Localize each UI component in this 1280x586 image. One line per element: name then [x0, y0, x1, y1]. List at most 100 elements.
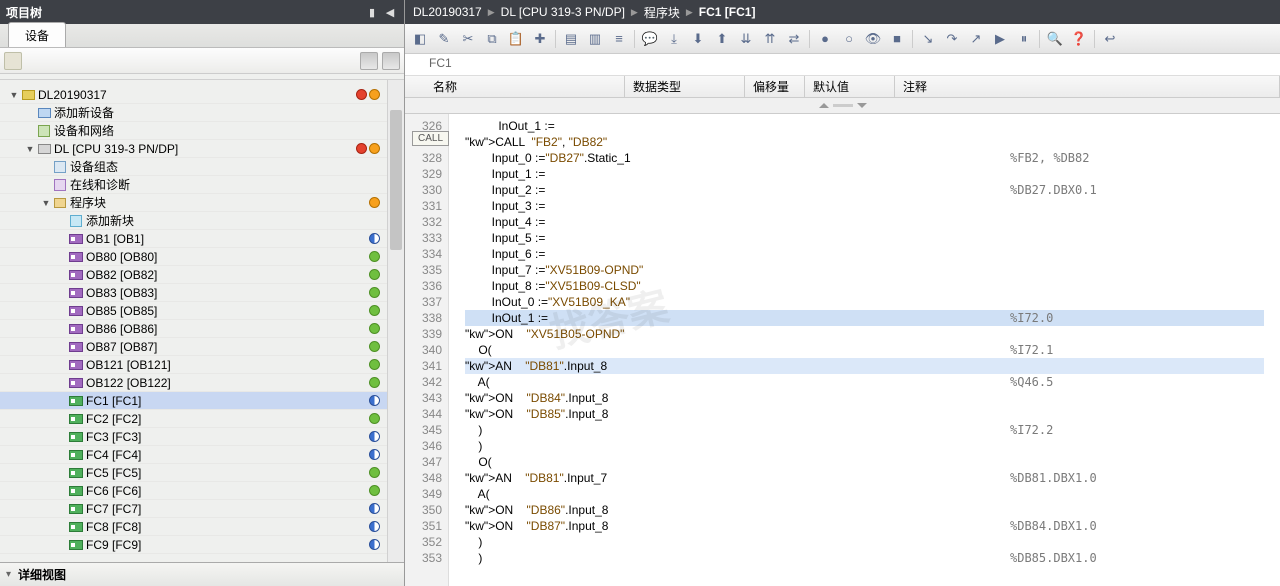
iface-col-offset[interactable]: 偏移量 — [745, 76, 805, 97]
code-line[interactable]: A( — [465, 486, 1264, 502]
cut-button[interactable]: ✂ — [457, 28, 479, 50]
comment-button[interactable]: 💬 — [639, 28, 661, 50]
splitter[interactable] — [405, 98, 1280, 114]
download-icon: ⬇ — [693, 31, 704, 47]
call-pill[interactable]: CALL — [412, 131, 449, 146]
source-area[interactable]: 找答案 InOut_1 :=%FB2, %DB82 "kw">CALL "FB2… — [449, 114, 1280, 586]
step-out-button[interactable]: ↗ — [965, 28, 987, 50]
tree-tool-1-icon[interactable] — [360, 52, 378, 70]
code-line[interactable]: Input_8 :="XV51B09-CLSD" — [465, 278, 1264, 294]
step-over-button[interactable]: ↷ — [941, 28, 963, 50]
tree-item[interactable]: 设备和网络 — [0, 122, 404, 140]
code-line[interactable]: Input_5 := — [465, 230, 1264, 246]
tree-item[interactable]: ▼程序块 — [0, 194, 404, 212]
iface-col-comment[interactable]: 注释 — [895, 76, 1280, 97]
tree-item[interactable]: OB80 [OB80] — [0, 248, 404, 266]
tree-item[interactable]: ▼DL [CPU 319-3 PN/DP] — [0, 140, 404, 158]
tree-item[interactable]: FC5 [FC5] — [0, 464, 404, 482]
find-button[interactable]: 🔍 — [1044, 28, 1066, 50]
tree-item[interactable]: OB82 [OB82] — [0, 266, 404, 284]
outdent-button[interactable]: ▥ — [584, 28, 606, 50]
iface-col-name[interactable]: 名称 — [425, 76, 625, 97]
tree-item[interactable]: OB83 [OB83] — [0, 284, 404, 302]
upload-all-button[interactable]: ⇈ — [759, 28, 781, 50]
code-line[interactable]: Input_1 := — [465, 166, 1264, 182]
devices-tab[interactable]: 设备 — [8, 22, 66, 47]
stop-button[interactable]: ■ — [886, 28, 908, 50]
tree-item[interactable]: 在线和诊断 — [0, 176, 404, 194]
tree-item[interactable]: FC1 [FC1] — [0, 392, 404, 410]
tree-item[interactable]: 添加新块 — [0, 212, 404, 230]
download-button[interactable]: ⬇ — [687, 28, 709, 50]
breadcrumb-segment[interactable]: FC1 [FC1] — [699, 5, 756, 19]
code-editor[interactable]: 3263273283293303313323333343353363373383… — [405, 114, 1280, 586]
code-line[interactable]: ) — [465, 534, 1264, 550]
code-line[interactable]: Input_6 := — [465, 246, 1264, 262]
tree-item[interactable]: OB87 [OB87] — [0, 338, 404, 356]
collapse-left-icon[interactable]: ◀ — [382, 4, 398, 20]
run-button[interactable]: ▶ — [989, 28, 1011, 50]
halt-button[interactable]: ⏸ — [1013, 28, 1035, 50]
iface-col-default[interactable]: 默认值 — [805, 76, 895, 97]
tree-scrollbar[interactable] — [387, 80, 404, 562]
expand-arrow-icon[interactable]: ▼ — [40, 198, 52, 208]
indent-button[interactable]: ▤ — [560, 28, 582, 50]
tree-item[interactable]: FC3 [FC3] — [0, 428, 404, 446]
edit-button[interactable]: ✎ — [433, 28, 455, 50]
tree-item[interactable]: OB121 [OB121] — [0, 356, 404, 374]
code-line[interactable]: InOut_0 :="XV51B09_KA" — [465, 294, 1264, 310]
upload-button[interactable]: ⬆ — [711, 28, 733, 50]
code-line[interactable]: O( — [465, 454, 1264, 470]
tree-item[interactable]: FC8 [FC8] — [0, 518, 404, 536]
breadcrumb-segment[interactable]: DL20190317 — [413, 5, 482, 19]
expand-arrow-icon[interactable]: ▼ — [24, 144, 36, 154]
code-line[interactable]: Input_3 := — [465, 198, 1264, 214]
tree-item[interactable]: ▼DL20190317 — [0, 86, 404, 104]
wrap-button[interactable]: ↩ — [1099, 28, 1121, 50]
help-button[interactable]: ❓ — [1068, 28, 1090, 50]
list-button[interactable]: ≡ — [608, 28, 630, 50]
code-line[interactable]: "kw">ON "DB84".Input_8 — [465, 390, 1264, 406]
code-line[interactable]: "kw">AN "DB81".Input_8 — [465, 358, 1264, 374]
code-line[interactable]: "kw">CALL "FB2", "DB82" — [465, 134, 1264, 150]
tree-item[interactable]: 设备组态 — [0, 158, 404, 176]
monitor-button[interactable]: 👁 — [862, 28, 884, 50]
code-line[interactable]: "kw">ON "DB86".Input_8 — [465, 502, 1264, 518]
tree-item[interactable]: 添加新设备 — [0, 104, 404, 122]
tree-expand-icon[interactable] — [4, 52, 22, 70]
breadcrumb: DL20190317▶DL [CPU 319-3 PN/DP]▶程序块▶FC1 … — [405, 0, 1280, 24]
diff-button[interactable]: ◧ — [409, 28, 431, 50]
tree-item[interactable]: OB1 [OB1] — [0, 230, 404, 248]
tree-item[interactable]: FC9 [FC9] — [0, 536, 404, 554]
tree-item[interactable]: OB86 [OB86] — [0, 320, 404, 338]
tree-item[interactable]: FC7 [FC7] — [0, 500, 404, 518]
code-line[interactable]: "kw">ON "XV51B05-OPND" — [465, 326, 1264, 342]
tree-item[interactable]: FC6 [FC6] — [0, 482, 404, 500]
tree-item[interactable]: OB85 [OB85] — [0, 302, 404, 320]
tree-item[interactable]: OB122 [OB122] — [0, 374, 404, 392]
detail-view-header[interactable]: ▾ 详细视图 — [0, 562, 404, 586]
code-line[interactable]: "kw">ON "DB85".Input_8 — [465, 406, 1264, 422]
go-online-button[interactable]: ● — [814, 28, 836, 50]
compare-button[interactable]: ⇄ — [783, 28, 805, 50]
expand-arrow-icon[interactable]: ▼ — [8, 90, 20, 100]
code-line[interactable]: ) — [465, 438, 1264, 454]
download-all-button[interactable]: ⇊ — [735, 28, 757, 50]
copy-button[interactable]: ⧉ — [481, 28, 503, 50]
iface-col-type[interactable]: 数据类型 — [625, 76, 745, 97]
paste-button[interactable]: 📋 — [505, 28, 527, 50]
code-line[interactable]: Input_4 := — [465, 214, 1264, 230]
tree-item[interactable]: FC2 [FC2] — [0, 410, 404, 428]
compile-button[interactable]: ⤓ — [663, 28, 685, 50]
new-button[interactable]: ✚ — [529, 28, 551, 50]
go-offline-button[interactable]: ○ — [838, 28, 860, 50]
code-line[interactable]: Input_7 :="XV51B09-OPND" — [465, 262, 1264, 278]
tree-tool-2-icon[interactable] — [382, 52, 400, 70]
code-line[interactable]: InOut_1 := — [465, 118, 1264, 134]
step-into-button[interactable]: ↘ — [917, 28, 939, 50]
tree-item[interactable]: FC4 [FC4] — [0, 446, 404, 464]
pin-icon[interactable]: ▮ — [364, 4, 380, 20]
breadcrumb-segment[interactable]: DL [CPU 319-3 PN/DP] — [501, 5, 625, 19]
chevron-right-icon: ▶ — [488, 7, 495, 18]
breadcrumb-segment[interactable]: 程序块 — [644, 4, 680, 21]
